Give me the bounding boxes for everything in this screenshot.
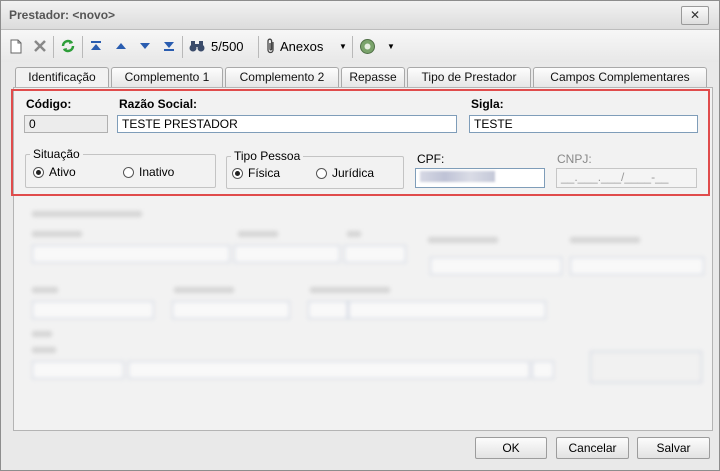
paperclip-icon (267, 38, 274, 54)
tab-campos-complementares[interactable]: Campos Complementares (533, 67, 707, 87)
tab-identificacao[interactable]: Identificação (15, 67, 109, 88)
chevron-down-icon: ▼ (387, 41, 395, 51)
tab-complemento-1[interactable]: Complemento 1 (111, 67, 223, 87)
next-record-icon (140, 43, 150, 49)
last-record-button[interactable] (160, 36, 178, 56)
dialog-window: Prestador: <novo> ✕ 5/500 Anexos ▼ ▼ Ide… (0, 0, 720, 471)
window-title: Prestador: <novo> (9, 8, 116, 22)
first-record-button[interactable] (87, 36, 105, 56)
record-counter: 5/500 (211, 38, 244, 54)
new-document-icon (10, 39, 22, 53)
chevron-down-icon: ▼ (339, 41, 347, 51)
toolbar: 5/500 Anexos ▼ ▼ (1, 30, 719, 62)
close-icon: ✕ (689, 8, 701, 22)
attachments-button[interactable]: Anexos (265, 36, 333, 56)
tab-complemento-2[interactable]: Complemento 2 (225, 67, 339, 87)
tab-tipo-de-prestador[interactable]: Tipo de Prestador (407, 67, 531, 87)
title-bar: Prestador: <novo> ✕ (1, 1, 719, 30)
next-record-button[interactable] (136, 36, 154, 56)
tab-strip: Identificação Complemento 1 Complemento … (13, 67, 713, 88)
first-record-icon (91, 41, 101, 50)
cancel-button[interactable]: Cancelar (556, 437, 629, 459)
delete-x-icon (34, 40, 46, 52)
blurred-form-section (14, 197, 710, 429)
refresh-icon (61, 39, 75, 53)
last-record-icon (164, 42, 174, 51)
attachments-dropdown[interactable]: ▼ (337, 36, 349, 56)
previous-record-icon (116, 43, 126, 49)
new-record-button[interactable] (7, 36, 25, 56)
refresh-button[interactable] (58, 36, 78, 56)
gear-person-icon (359, 38, 375, 54)
attachments-label: Anexos (280, 38, 324, 54)
tab-repasse[interactable]: Repasse (341, 67, 405, 87)
ok-button[interactable]: OK (475, 437, 547, 459)
search-button[interactable] (187, 36, 207, 56)
binoculars-icon (189, 41, 205, 52)
previous-record-button[interactable] (112, 36, 130, 56)
highlight-frame (11, 89, 710, 196)
close-button[interactable]: ✕ (681, 6, 709, 25)
actions-button[interactable] (357, 36, 377, 56)
actions-dropdown[interactable]: ▼ (385, 36, 397, 56)
delete-button[interactable] (31, 36, 49, 56)
save-button[interactable]: Salvar (637, 437, 710, 459)
